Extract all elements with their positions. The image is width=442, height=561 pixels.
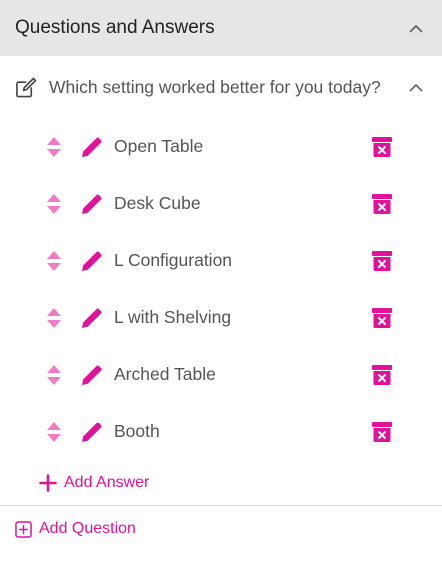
plus-icon bbox=[38, 473, 58, 493]
edit-square-icon[interactable] bbox=[14, 75, 38, 99]
answer-item: Arched Table bbox=[0, 346, 442, 403]
add-question-button[interactable]: Add Question bbox=[14, 518, 136, 540]
sort-handle-icon[interactable] bbox=[46, 421, 62, 443]
chevron-up-icon[interactable] bbox=[406, 18, 426, 38]
answer-item: Booth bbox=[0, 403, 442, 460]
trash-box-icon[interactable] bbox=[370, 363, 394, 387]
answer-list: Open Table Desk Cube L Configuration L w… bbox=[0, 118, 442, 460]
trash-box-icon[interactable] bbox=[370, 306, 394, 330]
trash-box-icon[interactable] bbox=[370, 420, 394, 444]
answer-label: Booth bbox=[114, 421, 160, 441]
sort-handle-icon[interactable] bbox=[46, 364, 62, 386]
answer-label: Open Table bbox=[114, 136, 204, 156]
question-row[interactable]: Which setting worked better for you toda… bbox=[0, 62, 442, 112]
pencil-icon[interactable] bbox=[80, 306, 104, 330]
pencil-icon[interactable] bbox=[80, 363, 104, 387]
plus-square-icon bbox=[14, 520, 32, 538]
panel-header[interactable]: Questions and Answers bbox=[0, 0, 442, 56]
trash-box-icon[interactable] bbox=[370, 135, 394, 159]
answer-item: L with Shelving bbox=[0, 289, 442, 346]
answer-item: Open Table bbox=[0, 118, 442, 175]
sort-handle-icon[interactable] bbox=[46, 250, 62, 272]
add-answer-label: Add Answer bbox=[64, 474, 150, 491]
pencil-icon[interactable] bbox=[80, 192, 104, 216]
trash-box-icon[interactable] bbox=[370, 192, 394, 216]
answer-item: L Configuration bbox=[0, 232, 442, 289]
add-answer-button[interactable]: Add Answer bbox=[38, 471, 149, 495]
sort-handle-icon[interactable] bbox=[46, 307, 62, 329]
answer-label: Desk Cube bbox=[114, 193, 201, 213]
trash-box-icon[interactable] bbox=[370, 249, 394, 273]
pencil-icon[interactable] bbox=[80, 249, 104, 273]
divider bbox=[0, 505, 442, 506]
panel-title: Questions and Answers bbox=[15, 17, 215, 38]
chevron-up-icon[interactable] bbox=[406, 77, 426, 97]
answer-label: Arched Table bbox=[114, 364, 216, 384]
answer-label: L Configuration bbox=[114, 250, 233, 270]
sort-handle-icon[interactable] bbox=[46, 136, 62, 158]
question-text: Which setting worked better for you toda… bbox=[49, 76, 381, 97]
add-question-label: Add Question bbox=[39, 520, 136, 537]
pencil-icon[interactable] bbox=[80, 135, 104, 159]
pencil-icon[interactable] bbox=[80, 420, 104, 444]
sort-handle-icon[interactable] bbox=[46, 193, 62, 215]
answer-item: Desk Cube bbox=[0, 175, 442, 232]
answer-label: L with Shelving bbox=[114, 307, 232, 327]
